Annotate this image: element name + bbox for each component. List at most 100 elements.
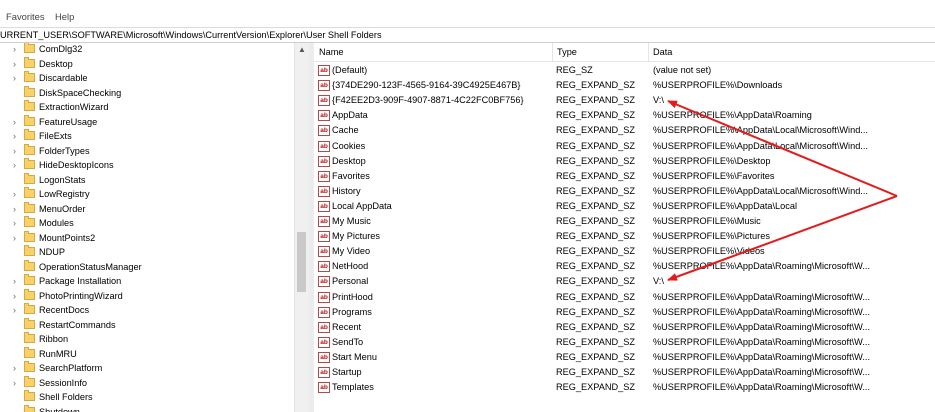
table-row[interactable]: ab Templates REG_EXPAND_SZ %USERPROFILE%\Ap… bbox=[314, 380, 935, 395]
table-row[interactable]: ab AppData REG_EXPAND_SZ %USERPROFILE%\AppD… bbox=[314, 108, 935, 123]
tree-item[interactable]: › Desktop bbox=[0, 56, 294, 71]
table-row[interactable]: ab PrintHood REG_EXPAND_SZ %USERPROFILE%\Ap… bbox=[314, 290, 935, 305]
tree-item[interactable]: › MountPoints2 bbox=[0, 230, 294, 245]
folder-icon bbox=[24, 201, 35, 213]
table-row[interactable]: ab Programs REG_EXPAND_SZ %USERPROFILE%\App… bbox=[314, 305, 935, 320]
tree-item-label: Package Installation bbox=[39, 276, 122, 286]
value-name: AppData bbox=[332, 110, 368, 121]
tree-item[interactable]: ExtractionWizard bbox=[0, 100, 294, 114]
value-data: %USERPROFILE%\AppData\Roaming\Microsoft\… bbox=[653, 306, 870, 317]
folder-icon bbox=[24, 346, 35, 358]
tree-item[interactable]: OperationStatusManager bbox=[0, 259, 294, 274]
tree-item[interactable]: NDUP bbox=[0, 245, 294, 259]
folder-icon bbox=[24, 143, 35, 155]
value-name: Recent bbox=[332, 321, 362, 332]
table-row[interactable]: ab Personal REG_EXPAND_SZ V:\ bbox=[314, 274, 935, 289]
tree-item[interactable]: › MenuOrder bbox=[0, 201, 294, 216]
tree-scrollbar[interactable]: ▲ bbox=[294, 43, 309, 412]
table-row[interactable]: ab {F42EE2D3-909F-4907-8871-4C22FC0BF756}… bbox=[314, 93, 935, 108]
chevron-right-icon[interactable]: › bbox=[13, 71, 21, 85]
table-row[interactable]: ab History REG_EXPAND_SZ %USERPROFILE%\AppD… bbox=[314, 184, 935, 199]
chevron-right-icon[interactable]: › bbox=[13, 361, 21, 375]
tree-item[interactable]: › SessionInfo bbox=[0, 375, 294, 390]
tree-item[interactable]: › Package Installation bbox=[0, 274, 294, 288]
chevron-right-icon bbox=[13, 347, 21, 361]
chevron-right-icon[interactable]: › bbox=[13, 115, 21, 129]
tree-item[interactable]: LogonStats bbox=[0, 172, 294, 187]
table-row[interactable]: ab Startup REG_EXPAND_SZ %USERPROFILE%\AppD… bbox=[314, 365, 935, 380]
table-row[interactable]: ab Desktop REG_EXPAND_SZ %USERPROFILE%\Desk… bbox=[314, 154, 935, 169]
tree-item[interactable]: Ribbon bbox=[0, 332, 294, 346]
tree-item[interactable]: Shell Folders bbox=[0, 390, 294, 404]
tree-item[interactable]: Shutdown bbox=[0, 404, 294, 412]
table-row[interactable]: ab {374DE290-123F-4565-9164-39C4925E467B}… bbox=[314, 78, 935, 93]
scroll-thumb[interactable] bbox=[297, 232, 306, 292]
value-data: %USERPROFILE%\Desktop bbox=[653, 155, 771, 166]
value-name: Programs bbox=[332, 306, 372, 317]
chevron-right-icon[interactable]: › bbox=[13, 274, 21, 288]
folder-icon bbox=[24, 245, 35, 256]
column-header-data[interactable]: Data bbox=[648, 43, 935, 61]
tree-item[interactable]: › FolderTypes bbox=[0, 143, 294, 158]
tree-item[interactable]: DiskSpaceChecking bbox=[0, 85, 294, 100]
tree-item[interactable]: › RecentDocs bbox=[0, 303, 294, 317]
tree-item[interactable]: › SearchPlatform bbox=[0, 361, 294, 375]
tree-item-label: HideDesktopIcons bbox=[39, 160, 114, 170]
tree-item-label: Modules bbox=[39, 218, 74, 228]
chevron-right-icon[interactable]: › bbox=[13, 303, 21, 317]
table-row[interactable]: ab Cookies REG_EXPAND_SZ %USERPROFILE%\AppD… bbox=[314, 139, 935, 154]
address-bar[interactable]: URRENT_USER\SOFTWARE\Microsoft\Windows\C… bbox=[0, 27, 935, 43]
tree-item[interactable]: › LowRegistry bbox=[0, 187, 294, 201]
tree-item[interactable]: › HideDesktopIcons bbox=[0, 158, 294, 172]
table-row[interactable]: ab My Music REG_EXPAND_SZ %USERPROFILE%\Mus… bbox=[314, 214, 935, 229]
chevron-right-icon[interactable]: › bbox=[13, 289, 21, 303]
tree-item-label: LogonStats bbox=[39, 174, 86, 185]
chevron-right-icon[interactable]: › bbox=[13, 144, 21, 158]
tree-item[interactable]: RunMRU bbox=[0, 346, 294, 361]
chevron-right-icon[interactable]: › bbox=[13, 376, 21, 390]
value-name: Cache bbox=[332, 125, 359, 136]
chevron-right-icon[interactable]: › bbox=[13, 57, 21, 71]
string-value-icon: ab bbox=[318, 110, 330, 122]
table-row[interactable]: ab Favorites REG_EXPAND_SZ %USERPROFILE%\Fa… bbox=[314, 169, 935, 184]
folder-icon bbox=[24, 332, 35, 343]
tree-item[interactable]: › Modules bbox=[0, 216, 294, 230]
table-row[interactable]: ab Start Menu REG_EXPAND_SZ %USERPROFILE%\A… bbox=[314, 350, 935, 365]
value-data: (value not set) bbox=[653, 65, 712, 75]
chevron-right-icon[interactable]: › bbox=[13, 158, 21, 172]
tree-item[interactable]: › FileExts bbox=[0, 129, 294, 143]
tree-item[interactable]: › ComDlg32 bbox=[0, 43, 294, 56]
string-value-icon: ab bbox=[318, 216, 330, 227]
menu-bar: Favorites Help bbox=[0, 0, 935, 26]
string-value-icon: ab bbox=[318, 321, 330, 333]
chevron-right-icon[interactable]: › bbox=[13, 129, 21, 143]
table-row[interactable]: ab (Default) REG_SZ (value not set) bbox=[314, 63, 935, 78]
chevron-right-icon[interactable]: › bbox=[13, 231, 21, 245]
chevron-right-icon[interactable]: › bbox=[13, 187, 21, 201]
tree-item[interactable]: › Discardable bbox=[0, 71, 294, 85]
table-row[interactable]: ab NetHood REG_EXPAND_SZ %USERPROFILE%\AppD… bbox=[314, 259, 935, 274]
address-path[interactable]: URRENT_USER\SOFTWARE\Microsoft\Windows\C… bbox=[0, 28, 382, 42]
tree-item[interactable]: RestartCommands bbox=[0, 317, 294, 332]
table-row[interactable]: ab My Pictures REG_EXPAND_SZ %USERPROFILE%\… bbox=[314, 229, 935, 244]
table-row[interactable]: ab My Video REG_EXPAND_SZ %USERPROFILE%\Vid… bbox=[314, 244, 935, 259]
table-row[interactable]: ab SendTo REG_EXPAND_SZ %USERPROFILE%\AppDa… bbox=[314, 335, 935, 350]
tree-item[interactable]: › PhotoPrintingWizard bbox=[0, 288, 294, 303]
chevron-right-icon[interactable]: › bbox=[13, 202, 21, 216]
tree-item-label: OperationStatusManager bbox=[39, 261, 142, 272]
table-row[interactable]: ab Recent REG_EXPAND_SZ %USERPROFILE%\AppDa… bbox=[314, 320, 935, 335]
table-row[interactable]: ab Local AppData REG_EXPAND_SZ %USERPROFILE… bbox=[314, 199, 935, 214]
menu-help[interactable]: Help bbox=[55, 11, 74, 22]
tree-item[interactable]: › FeatureUsage bbox=[0, 114, 294, 129]
chevron-right-icon[interactable]: › bbox=[13, 43, 21, 56]
column-header-name[interactable]: Name bbox=[314, 43, 552, 61]
menu-favorites[interactable]: Favorites bbox=[6, 11, 45, 22]
table-row[interactable]: ab Cache REG_EXPAND_SZ %USERPROFILE%\AppDat… bbox=[314, 123, 935, 138]
string-value-icon: ab bbox=[318, 125, 330, 137]
column-header-type[interactable]: Type bbox=[552, 43, 648, 61]
value-type: REG_EXPAND_SZ bbox=[556, 185, 635, 196]
value-type: REG_EXPAND_SZ bbox=[556, 306, 635, 317]
value-type: REG_EXPAND_SZ bbox=[556, 336, 635, 347]
scroll-up-icon[interactable]: ▲ bbox=[295, 45, 309, 55]
chevron-right-icon[interactable]: › bbox=[13, 216, 21, 230]
